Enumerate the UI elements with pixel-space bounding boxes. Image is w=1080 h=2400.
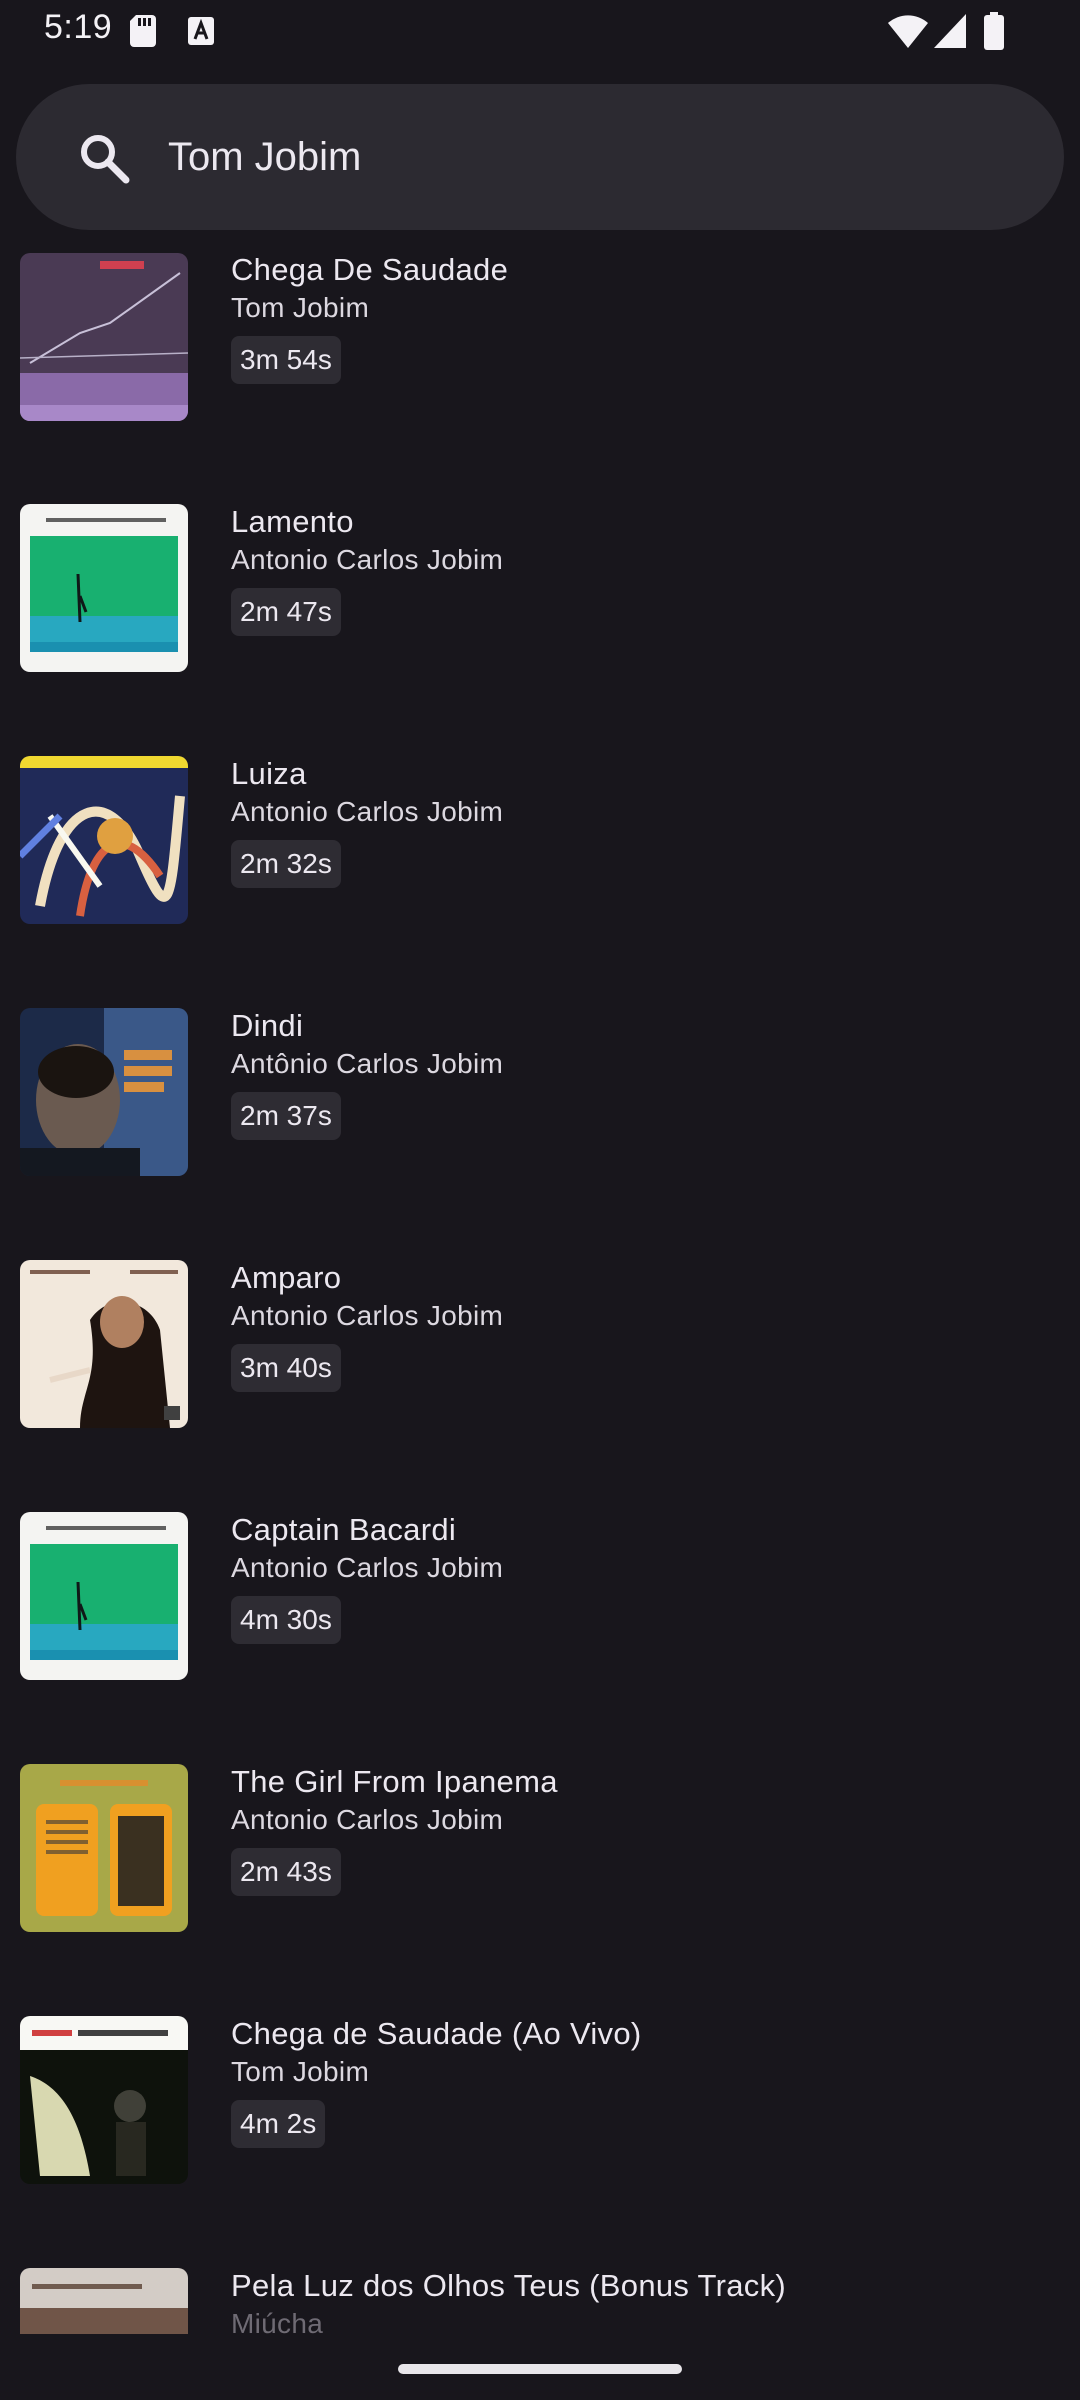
duration-badge: 4m 30s <box>231 1596 341 1644</box>
track-title: Captain Bacardi <box>231 1512 457 1547</box>
album-art <box>20 253 188 421</box>
wifi-icon <box>888 15 928 48</box>
track-artist: Antônio Carlos Jobim <box>231 1048 504 1079</box>
duration-badge: 2m 47s <box>231 588 341 636</box>
search-icon[interactable] <box>76 130 132 186</box>
album-art <box>20 2268 188 2334</box>
status-time: 5:19 <box>44 8 113 46</box>
track-title: Pela Luz dos Olhos Teus (Bonus Track) <box>231 2268 787 2303</box>
result-item[interactable]: Chega De Saudade Tom Jobim 3m 54s <box>0 232 1080 484</box>
search-bar[interactable] <box>16 84 1064 230</box>
track-artist: Antonio Carlos Jobim <box>231 796 504 827</box>
album-art <box>20 504 188 672</box>
result-item[interactable]: Captain Bacardi Antonio Carlos Jobim 4m … <box>0 1492 1080 1744</box>
track-artist: Miúcha <box>231 2308 324 2334</box>
duration-badge: 3m 54s <box>231 336 341 384</box>
signal-icon <box>934 14 966 48</box>
track-title: Dindi <box>231 1008 304 1043</box>
album-art <box>20 1008 188 1176</box>
duration-badge: 2m 43s <box>231 1848 341 1896</box>
track-artist: Antonio Carlos Jobim <box>231 1552 504 1583</box>
duration-badge: 2m 37s <box>231 1092 341 1140</box>
album-art <box>20 2016 188 2184</box>
album-art <box>20 756 188 924</box>
track-title: Amparo <box>231 1260 342 1295</box>
track-artist: Antonio Carlos Jobim <box>231 1300 504 1331</box>
album-art <box>20 1512 188 1680</box>
duration-badge: 3m 40s <box>231 1344 341 1392</box>
track-title: Chega De Saudade <box>231 252 509 287</box>
track-artist: Antonio Carlos Jobim <box>231 1804 504 1835</box>
duration-badge: 4m 2s <box>231 2100 326 2148</box>
battery-icon <box>984 12 1004 50</box>
album-art <box>20 1764 188 1932</box>
album-art <box>20 1260 188 1428</box>
track-title: Lamento <box>231 504 354 539</box>
track-title: Chega de Saudade (Ao Vivo) <box>231 2016 642 2051</box>
search-input[interactable] <box>168 124 1028 190</box>
result-item[interactable]: Amparo Antonio Carlos Jobim 3m 40s <box>0 1240 1080 1492</box>
result-item[interactable]: The Girl From Ipanema Antonio Carlos Job… <box>0 1744 1080 1996</box>
status-bar: 5:19 <box>0 0 1080 64</box>
result-item[interactable]: Dindi Antônio Carlos Jobim 2m 37s <box>0 988 1080 1240</box>
track-artist: Tom Jobim <box>231 2056 370 2087</box>
result-item[interactable]: Chega de Saudade (Ao Vivo) Tom Jobim 4m … <box>0 1996 1080 2248</box>
track-title: The Girl From Ipanema <box>231 1764 558 1799</box>
result-item[interactable]: Luiza Antonio Carlos Jobim 2m 32s <box>0 736 1080 988</box>
track-title: Luiza <box>231 756 307 791</box>
result-item[interactable]: Lamento Antonio Carlos Jobim 2m 47s <box>0 484 1080 736</box>
home-indicator[interactable] <box>398 2364 682 2374</box>
results-list[interactable]: Chega De Saudade Tom Jobim 3m 54s Lament… <box>0 232 1080 2334</box>
result-item[interactable]: Pela Luz dos Olhos Teus (Bonus Track) Mi… <box>0 2248 1080 2334</box>
a-icon <box>188 17 214 45</box>
duration-badge: 2m 32s <box>231 840 341 888</box>
sd-card-icon <box>130 15 156 47</box>
track-artist: Antonio Carlos Jobim <box>231 544 504 575</box>
track-artist: Tom Jobim <box>231 292 370 323</box>
